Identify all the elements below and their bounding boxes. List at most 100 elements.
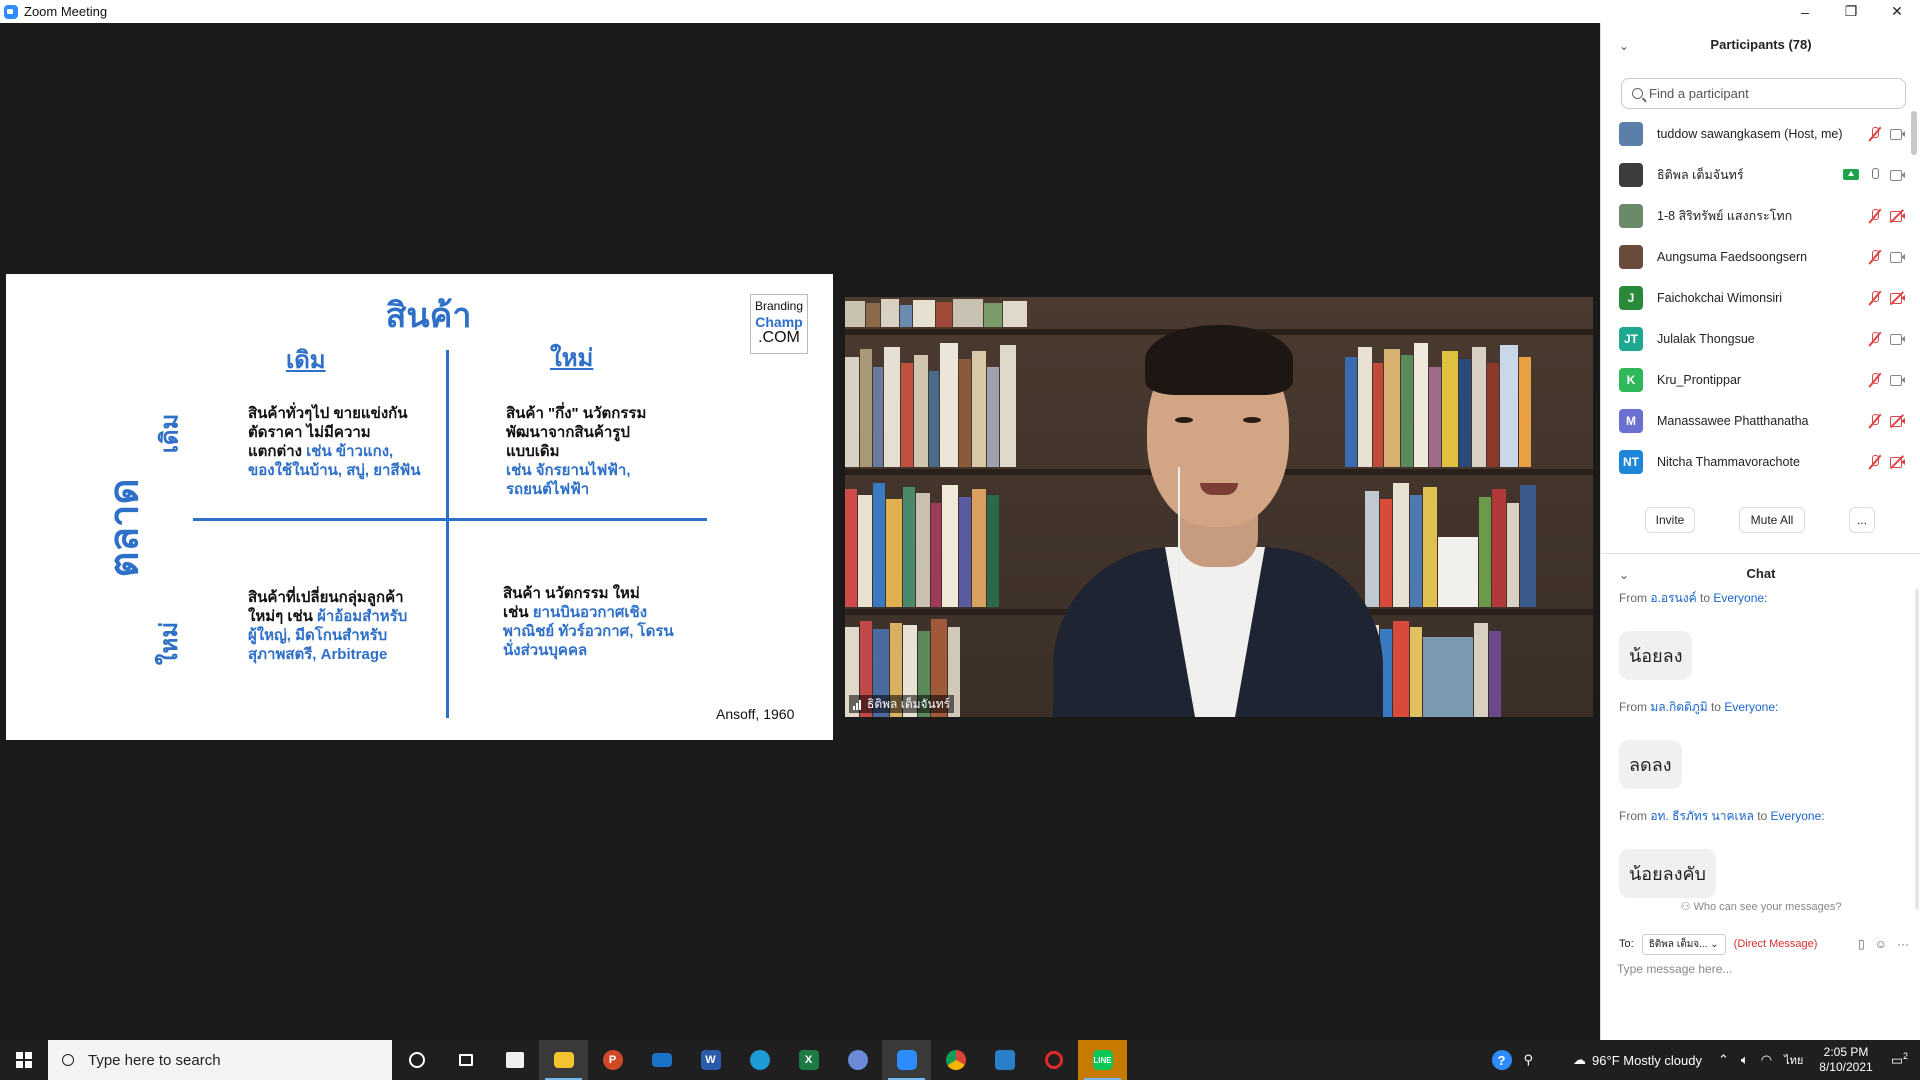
- start-button[interactable]: [0, 1040, 48, 1080]
- input-language[interactable]: ไทย: [1784, 1051, 1803, 1069]
- emoji-icon[interactable]: ☺: [1875, 937, 1887, 951]
- mail-icon[interactable]: [637, 1040, 686, 1080]
- participant-row[interactable]: tuddow sawangkasem (Host, me): [1601, 113, 1906, 154]
- edge-icon[interactable]: [735, 1040, 784, 1080]
- q1-line-4: ของใช้ในบ้าน, สบู่, ยาสีฟัน: [248, 462, 421, 479]
- excel-icon[interactable]: X: [784, 1040, 833, 1080]
- camera-icon[interactable]: [1890, 251, 1906, 263]
- mic-muted-icon[interactable]: [1867, 208, 1883, 224]
- close-button[interactable]: ✕: [1874, 0, 1920, 23]
- participant-list: tuddow sawangkasem (Host, me) ธิติพล เต็ม…: [1601, 113, 1906, 482]
- participant-row[interactable]: J Faichokchai Wimonsiri: [1601, 277, 1906, 318]
- chat-messages: From อ.อรนงค์ to Everyone: น้อยลง From มล.…: [1601, 589, 1906, 907]
- speaker-eye-left: [1175, 417, 1193, 423]
- notification-center-icon[interactable]: ▭2: [1891, 1051, 1908, 1068]
- participants-header: Participants (78): [1710, 37, 1812, 52]
- participant-row[interactable]: 1-8 สิริทรัพย์ แสงกระโทก: [1601, 195, 1906, 236]
- who-can-see-link[interactable]: ⚇ Who can see your messages?: [1601, 900, 1920, 913]
- mic-muted-icon[interactable]: [1867, 454, 1883, 470]
- column-new-label: ใหม่: [550, 345, 594, 372]
- participant-row[interactable]: NT Nitcha Thammavorachote: [1601, 441, 1906, 482]
- sender-name[interactable]: อท. ธีรภัทร นาคเหล: [1650, 809, 1754, 823]
- mic-muted-icon[interactable]: [1867, 290, 1883, 306]
- mic-muted-icon[interactable]: [1867, 372, 1883, 388]
- books-row-1: [845, 297, 1593, 327]
- taskbar-search-box[interactable]: Type here to search: [48, 1040, 392, 1080]
- zoom-taskbar-icon[interactable]: [882, 1040, 931, 1080]
- q1-line-1: สินค้าทั่วๆไป ขายแข่งกัน: [248, 405, 408, 422]
- participant-row[interactable]: M Manassawee Phatthanatha: [1601, 400, 1906, 441]
- participant-row[interactable]: ธิติพล เต็มจันทร์: [1601, 154, 1906, 195]
- window-controls: – ❐ ✕: [1782, 0, 1920, 23]
- from-label: From: [1619, 809, 1647, 823]
- recipient-name: Everyone:: [1713, 591, 1768, 605]
- minimize-button[interactable]: –: [1782, 0, 1828, 23]
- cortana-icon[interactable]: [392, 1040, 441, 1080]
- participant-list-scrollbar[interactable]: [1911, 111, 1917, 155]
- mute-all-button[interactable]: Mute All: [1739, 507, 1805, 533]
- q4-line-3: พาณิชย์ ทัวร์อวกาศ, โดรน: [503, 623, 674, 640]
- chat-more-icon[interactable]: ···: [1897, 937, 1909, 951]
- task-view-icon[interactable]: [441, 1040, 490, 1080]
- camera-off-icon[interactable]: [1889, 454, 1906, 469]
- camera-icon[interactable]: [1890, 333, 1906, 345]
- recorder-icon[interactable]: [1029, 1040, 1078, 1080]
- participant-row[interactable]: Aungsuma Faedsoongsern: [1601, 236, 1906, 277]
- mic-muted-icon[interactable]: [1867, 413, 1883, 429]
- invite-button[interactable]: Invite: [1645, 507, 1695, 533]
- file-icon[interactable]: ▯: [1858, 937, 1865, 951]
- file-explorer-icon[interactable]: [539, 1040, 588, 1080]
- participant-name: 1-8 สิริทรัพย์ แสงกระโทก: [1657, 208, 1793, 223]
- store-icon[interactable]: [490, 1040, 539, 1080]
- camera-icon[interactable]: [1890, 128, 1906, 140]
- chromium-icon[interactable]: [833, 1040, 882, 1080]
- mic-muted-icon[interactable]: [1867, 331, 1883, 347]
- q3-line-3: ผู้ใหญ่, มีดโกนสำหรับ: [248, 627, 388, 644]
- participant-search-input[interactable]: Find a participant: [1621, 78, 1906, 109]
- participants-more-button[interactable]: ...: [1849, 507, 1875, 533]
- camera-off-icon[interactable]: [1889, 208, 1906, 223]
- chat-scrollbar[interactable]: [1915, 589, 1919, 909]
- books-row-3-right: [1365, 477, 1593, 607]
- chevron-up-icon[interactable]: ⌃: [1718, 1052, 1729, 1068]
- q3-line-1: สินค้าที่เปลี่ยนกลุ่มลูกค้า: [248, 589, 404, 606]
- mic-icon[interactable]: [1867, 167, 1883, 183]
- participant-row[interactable]: JT Julalak Thongsue: [1601, 318, 1906, 359]
- wifi-icon[interactable]: ◠: [1761, 1052, 1772, 1068]
- to-label: to: [1757, 809, 1768, 823]
- windows-taskbar: Type here to search P W X LINE ? ⚲ ☁ 96°…: [0, 1040, 1920, 1080]
- weather-widget[interactable]: ☁ 96°F Mostly cloudy: [1573, 1052, 1702, 1068]
- weather-text: 96°F Mostly cloudy: [1592, 1052, 1702, 1068]
- recipient-dropdown[interactable]: ธิติพล เต็มจ... ⌄: [1641, 933, 1726, 955]
- speaker-video[interactable]: ธิติพล เต็มจันทร์: [845, 297, 1593, 717]
- help-icon[interactable]: ?: [1491, 1050, 1512, 1070]
- volume-icon[interactable]: 🔈︎: [1741, 1052, 1749, 1068]
- line-app-icon[interactable]: LINE: [1078, 1040, 1127, 1080]
- chat-input[interactable]: Type message here...: [1617, 962, 1732, 976]
- powerpoint-icon[interactable]: P: [588, 1040, 637, 1080]
- taskbar-clock[interactable]: 2:05 PM 8/10/2021: [1819, 1045, 1872, 1075]
- chat-message: From อ.อรนงค์ to Everyone: น้อยลง: [1619, 589, 1906, 692]
- sender-name[interactable]: อ.อรนงค์: [1650, 591, 1696, 605]
- participant-name: Aungsuma Faedsoongsern: [1657, 249, 1808, 264]
- participant-row[interactable]: K Kru_Prontippar: [1601, 359, 1906, 400]
- sender-name[interactable]: มล.กิตติภูมิ: [1650, 700, 1707, 714]
- participant-name: Kru_Prontippar: [1657, 372, 1742, 387]
- q4-line-1: สินค้า นวัตกรรม ใหม่: [503, 585, 640, 602]
- windows-logo-icon: [16, 1052, 32, 1068]
- camera-icon[interactable]: [1890, 169, 1906, 181]
- photos-icon[interactable]: [980, 1040, 1029, 1080]
- people-icon[interactable]: ⚲: [1524, 1052, 1534, 1068]
- mic-muted-icon[interactable]: [1867, 249, 1883, 265]
- restore-button[interactable]: ❐: [1828, 0, 1874, 23]
- chat-message-sender: From มล.กิตติภูมิ to Everyone:: [1619, 698, 1906, 717]
- avatar: NT: [1619, 449, 1643, 474]
- participant-status-icons: [1843, 167, 1906, 183]
- camera-off-icon[interactable]: [1889, 290, 1906, 305]
- mic-muted-icon[interactable]: [1867, 126, 1883, 142]
- chrome-icon[interactable]: [931, 1040, 980, 1080]
- camera-off-icon[interactable]: [1889, 413, 1906, 428]
- word-icon[interactable]: W: [686, 1040, 735, 1080]
- cloud-icon: ☁: [1573, 1052, 1587, 1067]
- camera-icon[interactable]: [1890, 374, 1906, 386]
